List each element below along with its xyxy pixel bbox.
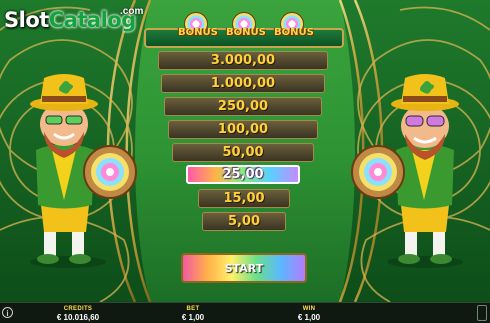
watermark-part-1: Slot (4, 8, 49, 32)
credits-label: CREDITS (63, 306, 93, 312)
prize-level: 3.000,00 (158, 51, 328, 70)
win-value: € 1,00 (297, 313, 321, 322)
bet-label: BET (186, 306, 200, 312)
win-display: WIN € 1,00 (284, 305, 334, 323)
info-icon[interactable]: i (2, 307, 13, 318)
prize-level: 100,00 (168, 120, 318, 139)
bonus-label: BONUS (178, 27, 218, 38)
game-screen: SlotCatalog .com BONUS BONUS BONUS 3.000… (0, 0, 490, 323)
prize-level-active: 25,00 (186, 165, 300, 184)
start-button[interactable]: START (181, 253, 307, 283)
credits-value: € 10.016,60 (56, 313, 100, 322)
watermark-suffix: .com (120, 6, 144, 17)
status-bar: CREDITS € 10.016,60 BET € 1,00 WIN € 1,0… (0, 302, 490, 323)
watermark-logo: SlotCatalog (4, 8, 136, 32)
prize-level: 1.000,00 (161, 74, 325, 93)
win-label: WIN (302, 306, 316, 312)
fullscreen-icon[interactable] (477, 305, 487, 321)
bonus-header: BONUS BONUS BONUS (144, 8, 344, 50)
bonus-label: BONUS (274, 27, 314, 38)
bonus-label: BONUS (226, 27, 266, 38)
prize-level: 15,00 (198, 189, 290, 208)
prize-level: 50,00 (172, 143, 314, 162)
credits-display: CREDITS € 10.016,60 (50, 305, 106, 323)
bet-display[interactable]: BET € 1,00 (168, 305, 218, 323)
prize-level: 250,00 (164, 97, 322, 116)
prize-level: 5,00 (202, 212, 286, 231)
bet-value: € 1,00 (181, 313, 205, 322)
